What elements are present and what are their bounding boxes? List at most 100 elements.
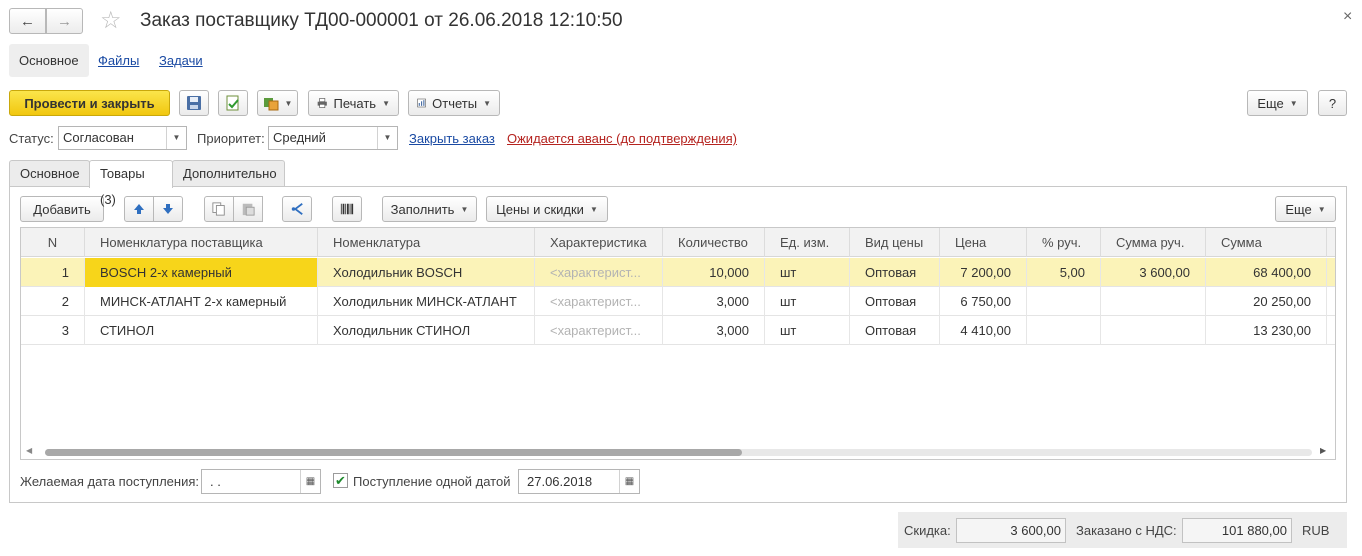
section-files[interactable]: Файлы [88,44,149,77]
table-row[interactable]: 2 МИНСК-АТЛАНТ 2-х камерный Холодильник … [21,287,1335,316]
cell-item[interactable]: Холодильник BOSCH [318,258,535,287]
advance-status-link[interactable]: Ожидается аванс (до подтверждения) [507,131,737,146]
cell-quantity[interactable]: 10,000 [663,258,765,287]
calendar-icon[interactable]: ▦ [619,470,639,493]
tasks-link[interactable]: Задачи [159,53,203,68]
header-n[interactable]: N [21,228,85,257]
cell-manual-sum[interactable]: 3 600,00 [1101,258,1206,287]
favorite-star-icon[interactable]: ☆ [100,8,122,34]
table-row[interactable]: 1 BOSCH 2-х камерный Холодильник BOSCH <… [21,258,1335,287]
add-row-button[interactable]: Добавить [20,196,104,222]
cell-quantity[interactable]: 3,000 [663,287,765,316]
header-item[interactable]: Номенклатура [318,228,535,257]
priority-select[interactable]: Средний ▼ [268,126,398,150]
back-button[interactable]: ← [9,8,46,34]
move-up-button[interactable] [124,196,154,222]
prices-discounts-button[interactable]: Цены и скидки ▼ [486,196,608,222]
goods-table[interactable]: N Номенклатура поставщика Номенклатура Х… [20,227,1336,460]
header-price[interactable]: Цена [940,228,1027,257]
files-link[interactable]: Файлы [98,53,139,68]
fill-button[interactable]: Заполнить ▼ [382,196,477,222]
cell-unit[interactable]: шт [765,316,850,345]
cell-unit[interactable]: шт [765,287,850,316]
tab-goods[interactable]: Товары (3) [89,160,173,207]
cell-unit[interactable]: шт [765,258,850,287]
table-header: N Номенклатура поставщика Номенклатура Х… [21,228,1335,257]
header-sum[interactable]: Сумма [1206,228,1327,257]
desired-date-label: Желаемая дата поступления: [20,474,200,489]
close-order-link[interactable]: Закрыть заказ [409,131,495,146]
cell-characteristic[interactable]: <характерист... [535,316,663,345]
save-button[interactable] [179,90,209,116]
scrollbar-thumb[interactable] [45,449,742,456]
header-characteristic[interactable]: Характеристика [535,228,663,257]
cell-price[interactable]: 7 200,00 [940,258,1027,287]
copy-button[interactable] [204,196,234,222]
reports-icon [417,98,426,108]
post-and-close-label: Провести и закрыть [24,95,155,111]
cell-characteristic[interactable]: <характерист... [535,258,663,287]
move-down-button[interactable] [153,196,183,222]
section-main[interactable]: Основное [9,44,89,77]
cell-sum: 68 400,00 [1206,258,1327,287]
header-manual-pct[interactable]: % руч. [1027,228,1101,257]
cell-manual-pct[interactable] [1027,287,1101,316]
cell-quantity[interactable]: 3,000 [663,316,765,345]
cell-price[interactable]: 6 750,00 [940,287,1027,316]
more-label: Еще [1257,95,1284,111]
post-and-close-button[interactable]: Провести и закрыть [9,90,170,116]
single-date-checkbox[interactable]: ✔ [333,473,348,488]
forward-button[interactable]: → [46,8,83,34]
status-select[interactable]: Согласован ▼ [58,126,187,150]
grid-more-button[interactable]: Еще ▼ [1275,196,1336,222]
help-button[interactable]: ? [1318,90,1347,116]
post-button[interactable] [218,90,248,116]
chevron-down-icon: ▼ [1317,204,1326,214]
single-date-input[interactable]: 27.06.2018 ▦ [518,469,640,494]
header-quantity[interactable]: Количество [663,228,765,257]
table-row[interactable]: 3 СТИНОЛ Холодильник СТИНОЛ <характерист… [21,316,1335,345]
barcode-button[interactable] [332,196,362,222]
header-manual-sum[interactable]: Сумма руч. [1101,228,1206,257]
reports-button[interactable]: Отчеты ▼ [408,90,500,116]
single-date-value: 27.06.2018 [527,474,593,489]
paste-icon [242,203,255,216]
cell-manual-sum[interactable] [1101,287,1206,316]
header-price-type[interactable]: Вид цены [850,228,940,257]
cell-supplier-item[interactable]: МИНСК-АТЛАНТ 2-х камерный [85,287,318,316]
header-unit[interactable]: Ед. изм. [765,228,850,257]
cell-supplier-item[interactable]: СТИНОЛ [85,316,318,345]
calendar-icon[interactable]: ▦ [300,470,320,493]
cell-supplier-item[interactable]: BOSCH 2-х камерный [85,258,318,287]
cell-price-type[interactable]: Оптовая [850,316,940,345]
cell-price[interactable]: 4 410,00 [940,316,1027,345]
section-tasks[interactable]: Задачи [149,44,213,77]
cell-manual-pct[interactable] [1027,316,1101,345]
desired-date-input[interactable]: . . ▦ [201,469,321,494]
tab-extra[interactable]: Дополнительно [172,160,285,187]
tab-main[interactable]: Основное [9,160,90,187]
cell-price-type[interactable]: Оптовая [850,258,940,287]
paste-button[interactable] [233,196,263,222]
cell-characteristic[interactable]: <характерист... [535,287,663,316]
scroll-right-icon[interactable]: ▶ [1320,446,1326,455]
chevron-down-icon: ▼ [483,98,491,108]
cell-manual-pct[interactable]: 5,00 [1027,258,1101,287]
print-button[interactable]: Печать ▼ [308,90,399,116]
status-label: Статус: [9,131,54,146]
cell-item[interactable]: Холодильник МИНСК-АТЛАНТ [318,287,535,316]
arrow-up-icon [134,204,144,214]
cell-manual-sum[interactable] [1101,316,1206,345]
split-row-button[interactable] [282,196,312,222]
more-button[interactable]: Еще ▼ [1247,90,1308,116]
cell-price-type[interactable]: Оптовая [850,287,940,316]
create-based-on-button[interactable]: ▼ [257,90,298,116]
close-icon[interactable]: × [1343,8,1352,26]
header-supplier-item[interactable]: Номенклатура поставщика [85,228,318,257]
scroll-left-icon[interactable]: ◀ [26,446,32,455]
help-icon: ? [1328,95,1337,111]
discount-label: Скидка: [904,523,951,538]
chevron-down-icon[interactable]: ▼ [166,127,186,149]
cell-item[interactable]: Холодильник СТИНОЛ [318,316,535,345]
chevron-down-icon[interactable]: ▼ [377,127,397,149]
